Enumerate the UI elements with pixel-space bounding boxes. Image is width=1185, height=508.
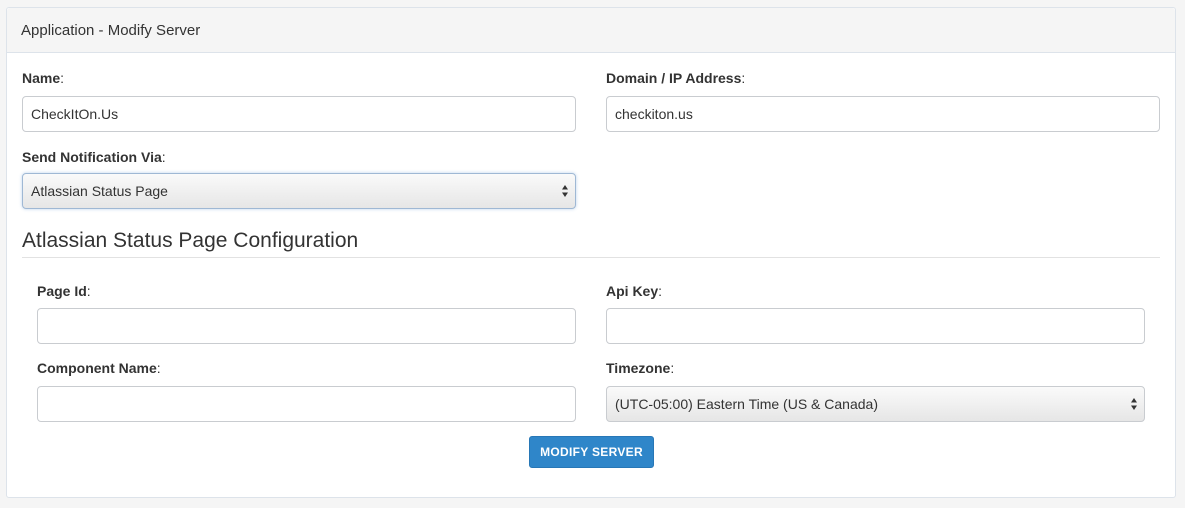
notification-select-value: Atlassian Status Page [31,183,168,199]
domain-label-text: Domain / IP Address [606,70,742,86]
notification-label-text: Send Notification Via [22,149,162,165]
component-name-label-text: Component Name [37,360,157,376]
timezone-select[interactable]: (UTC-05:00) Eastern Time (US & Canada) [606,386,1145,422]
name-label: Name: [22,70,64,86]
section-divider [22,257,1160,258]
api-key-label: Api Key: [606,283,662,299]
timezone-label-colon: : [670,360,675,376]
notification-select[interactable]: Atlassian Status Page [22,173,576,209]
notification-label: Send Notification Via: [22,149,166,165]
name-label-text: Name [22,70,61,86]
api-key-label-text: Api Key [606,283,659,299]
page-id-input[interactable] [37,308,576,344]
domain-label-colon: : [741,70,746,86]
api-key-label-colon: : [658,283,663,299]
component-name-input[interactable] [37,386,576,422]
api-key-input[interactable] [606,308,1145,344]
modify-server-panel: Application - Modify Server Name: Domain… [6,7,1176,498]
up-down-arrows-icon [562,185,568,197]
modify-server-button[interactable]: MODIFY SERVER [529,436,654,468]
page-id-label-text: Page Id [37,283,87,299]
domain-input[interactable] [606,96,1160,132]
domain-label: Domain / IP Address: [606,70,745,86]
component-name-label: Component Name: [37,360,161,376]
notification-label-colon: : [161,149,166,165]
page-id-label-colon: : [86,283,91,299]
timezone-label: Timezone: [606,360,674,376]
name-input[interactable] [22,96,576,132]
timezone-select-value: (UTC-05:00) Eastern Time (US & Canada) [615,396,878,412]
config-section-title: Atlassian Status Page Configuration [22,229,359,252]
up-down-arrows-icon [1131,398,1137,410]
panel-title: Application - Modify Server [7,8,1175,53]
component-name-label-colon: : [156,360,161,376]
page-id-label: Page Id: [37,283,91,299]
name-label-colon: : [60,70,65,86]
timezone-label-text: Timezone [606,360,671,376]
